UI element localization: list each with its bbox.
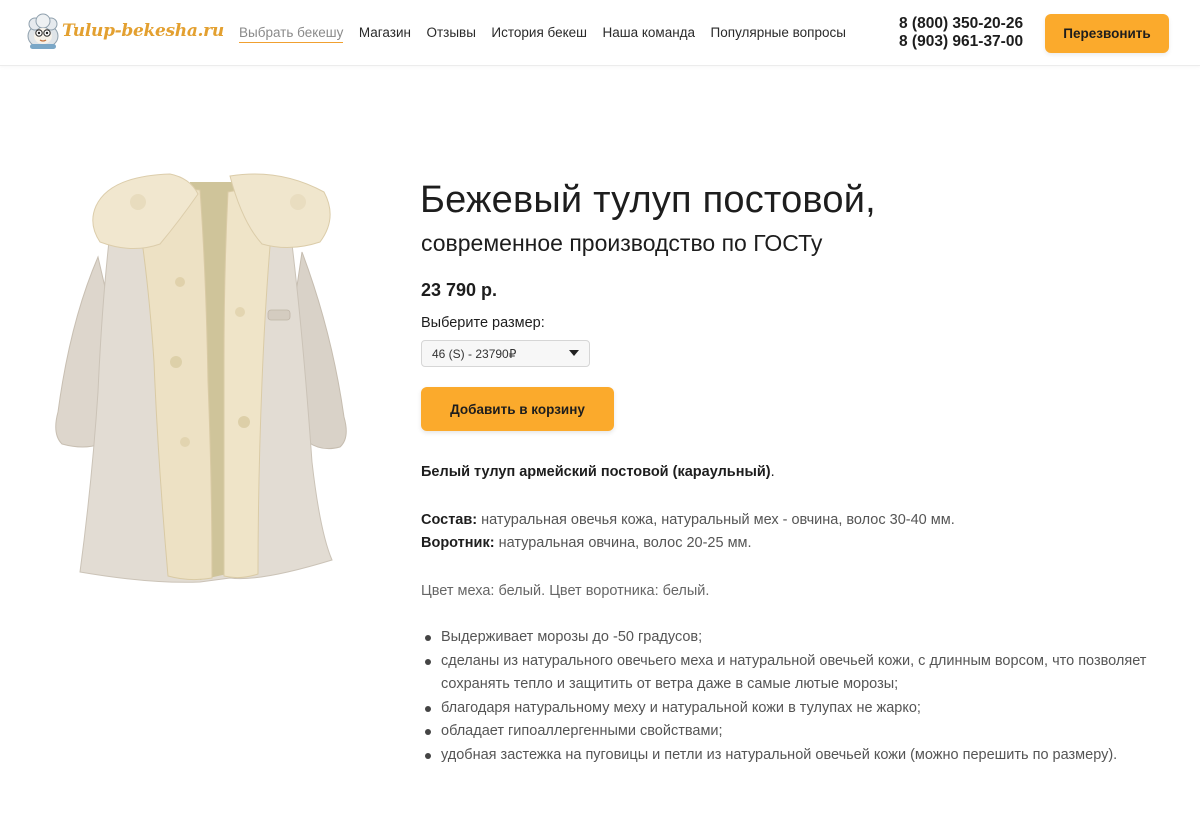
product-title: Бежевый тулуп постовой, (420, 179, 876, 221)
phone-numbers: 8 (800) 350-20-26 8 (903) 961-37-00 (899, 15, 1023, 51)
list-item: обладает гипоаллергенными свойствами; (421, 720, 1151, 744)
collar-value: натуральная овчина, волос 20-25 мм. (494, 535, 752, 551)
size-select-value: 46 (S) - 23790₽ (432, 346, 517, 361)
product-lead-end: . (770, 464, 775, 480)
nav-item-history[interactable]: История бекеш (491, 25, 587, 43)
composition-value: натуральная овечья кожа, натуральный мех… (477, 512, 955, 528)
features-list: Выдерживает морозы до -50 градусов; сдел… (421, 626, 1151, 767)
size-label: Выберите размер: (421, 315, 545, 331)
product-price: 23 790 р. (421, 280, 498, 300)
list-item: Выдерживает морозы до -50 градусов; (421, 626, 1151, 650)
phone-link-secondary[interactable]: 8 (903) 961-37-00 (899, 33, 1023, 51)
add-to-cart-button[interactable]: Добавить в корзину (421, 387, 614, 431)
product-image (55, 173, 347, 583)
composition-label: Состав: (421, 512, 478, 528)
phone-link-primary[interactable]: 8 (800) 350-20-26 (899, 15, 1023, 33)
size-select[interactable]: 46 (S) - 23790₽ (421, 340, 590, 367)
logo-text: Tulup-bekesha.ru (62, 21, 224, 41)
nav-item-faq[interactable]: Популярные вопросы (711, 25, 846, 43)
nav-item-reviews[interactable]: Отзывы (426, 25, 475, 43)
product-subtitle: современное производство по ГОСТу (421, 230, 823, 256)
composition-line: Состав: натуральная овечья кожа, натурал… (421, 509, 955, 532)
list-item: сделаны из натурального овечьего меха и … (421, 650, 1151, 697)
collar-line: Воротник: натуральная овчина, волос 20-2… (421, 532, 752, 555)
color-info: Цвет меха: белый. Цвет воротника: белый. (421, 583, 710, 599)
collar-label: Воротник: (421, 535, 495, 551)
product-lead-text: Белый тулуп армейский постовой (караульн… (421, 464, 771, 480)
list-item: благодаря натуральному меху и натурально… (421, 697, 1151, 721)
chevron-down-icon (569, 350, 579, 356)
sheep-mascot-icon (27, 13, 59, 49)
main-nav: Выбрать бекешу Магазин Отзывы История бе… (239, 25, 861, 43)
site-header: Tulup-bekesha.ru Выбрать бекешу Магазин … (0, 0, 1200, 66)
callback-button[interactable]: Перезвонить (1045, 14, 1169, 53)
nav-item-shop[interactable]: Магазин (359, 25, 411, 43)
list-item: удобная застежка на пуговицы и петли из … (421, 744, 1151, 768)
nav-item-team[interactable]: Наша команда (603, 25, 696, 43)
logo-link[interactable]: Tulup-bekesha.ru (26, 11, 224, 51)
product-lead: Белый тулуп армейский постовой (караульн… (421, 461, 775, 484)
nav-item-choose-bekesha[interactable]: Выбрать бекешу (239, 25, 344, 43)
